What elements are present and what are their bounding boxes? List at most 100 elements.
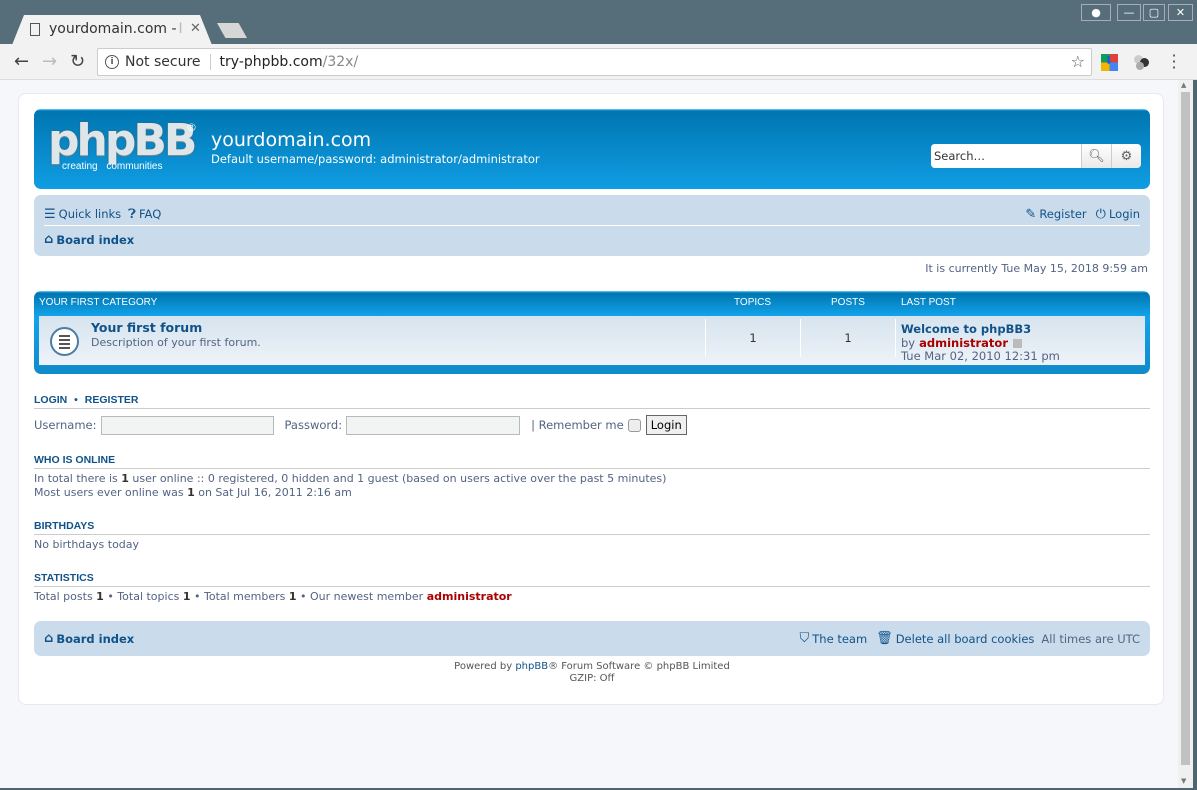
forum-category-block: YOUR FIRST CATEGORY TOPICS POSTS LAST PO… <box>34 291 1150 374</box>
footer-board-index-label: Board index <box>56 631 135 646</box>
statistics-heading: STATISTICS <box>34 572 1150 587</box>
power-icon: ⏻ <box>1095 206 1106 222</box>
last-post-user-link[interactable]: administrator <box>919 336 1008 350</box>
shield-icon: ⛉ <box>799 631 810 646</box>
login-heading-link[interactable]: LOGIN <box>34 394 67 406</box>
vertical-scrollbar[interactable]: ▲ ▼ <box>1178 80 1193 788</box>
newest-member-link[interactable]: administrator <box>427 590 512 603</box>
search-icon: 🔍︎ <box>1088 148 1105 164</box>
url-path[interactable]: /32x/ <box>323 54 359 70</box>
who-is-online-heading[interactable]: WHO IS ONLINE <box>34 454 1150 469</box>
reload-icon[interactable]: ↻ <box>70 51 85 72</box>
total-members: 1 <box>288 590 297 603</box>
phpbb-logo[interactable]: phpBB ® creating communities <box>48 119 198 175</box>
last-post-date: Tue Mar 02, 2010 12:31 pm <box>901 349 1060 363</box>
navbar: ☰ Quick links ❓︎ FAQ ✎ Register ⏻ Login <box>34 195 1150 256</box>
posts-count: 1 <box>844 331 852 345</box>
minimize-button[interactable]: — <box>1117 4 1141 21</box>
view-latest-post-icon[interactable] <box>1013 338 1022 348</box>
username-label: Username: <box>34 418 97 432</box>
quick-login-form: Username: Password: | Remember me Login <box>34 415 687 435</box>
forward-arrow-icon[interactable]: → <box>42 51 57 72</box>
logo-text: phpBB <box>48 115 197 166</box>
browser-toolbar: ← → ↻ i Not secure try-phpbb.com /32x/ ☆… <box>0 44 1197 80</box>
total-posts: 1 <box>96 590 104 603</box>
forum-title-link[interactable]: Your first forum <box>91 320 202 335</box>
info-icon[interactable]: i <box>105 55 119 69</box>
site-description: Default username/password: administrator… <box>211 152 540 166</box>
col-posts: POSTS <box>831 297 865 308</box>
birthdays-title: BIRTHDAYS <box>34 520 95 532</box>
register-link[interactable]: ✎ Register <box>1025 207 1086 222</box>
question-circle-icon: ❓︎ <box>128 206 136 222</box>
category-header-row: YOUR FIRST CATEGORY TOPICS POSTS LAST PO… <box>39 297 1145 311</box>
profile-icon[interactable]: ● <box>1081 4 1111 21</box>
col-topics: TOPICS <box>734 297 772 308</box>
category-title[interactable]: YOUR FIRST CATEGORY <box>39 297 157 308</box>
search-button[interactable]: 🔍︎ <box>1081 144 1111 168</box>
the-team-link[interactable]: ⛉ The team <box>800 631 868 646</box>
document-icon <box>30 22 40 36</box>
scrollbar-thumb[interactable] <box>1181 92 1190 765</box>
menu-bars-icon: ☰ <box>44 206 56 222</box>
password-label: Password: <box>284 418 343 432</box>
forum-description: Description of your first forum. <box>91 336 261 349</box>
login-label: Login <box>1108 207 1140 221</box>
tab-label[interactable]: yourdomain.com - I <box>30 21 183 37</box>
scroll-down-arrow-icon[interactable]: ▼ <box>1181 777 1186 785</box>
site-title: yourdomain.com <box>211 129 372 151</box>
topics-count: 1 <box>749 331 757 345</box>
tab-title: yourdomain.com - <box>49 21 177 37</box>
browser-titlebar: yourdomain.com - I ✕ ● — ▢ ✕ <box>0 0 1197 45</box>
browser-menu-icon[interactable]: · · · <box>1170 48 1178 76</box>
forum-read-icon <box>50 327 79 356</box>
login-link[interactable]: ⏻ Login <box>1096 207 1140 222</box>
close-window-button[interactable]: ✕ <box>1168 4 1193 21</box>
advanced-search-button[interactable]: ⚙ <box>1111 144 1141 168</box>
quick-links-link[interactable]: ☰ Quick links <box>44 207 121 222</box>
remember-me-checkbox[interactable] <box>627 418 641 432</box>
online-line-2: Most users ever online was 1 on Sat Jul … <box>34 486 352 499</box>
download-extension-icon[interactable] <box>1101 54 1118 71</box>
last-post-author: by administrator <box>901 336 1022 350</box>
security-label[interactable]: Not secure <box>125 54 201 70</box>
login-button[interactable]: Login <box>645 415 687 435</box>
delete-cookies-link[interactable]: 🗑︎ Delete all board cookies <box>876 631 1034 646</box>
footer-board-index-link[interactable]: ⌂ Board index <box>44 631 134 646</box>
logo-registered: ® <box>186 121 197 134</box>
birthdays-heading: BIRTHDAYS <box>34 520 1150 535</box>
page-wrap: phpBB ® creating communities yourdomain.… <box>18 93 1164 705</box>
new-tab-button[interactable] <box>217 23 247 38</box>
tab-title-faded: I <box>178 21 183 37</box>
register-label: Register <box>1039 207 1087 221</box>
col-last-post: LAST POST <box>901 297 956 308</box>
password-field[interactable] <box>346 415 521 435</box>
timezone-label: All times are UTC <box>1041 631 1140 646</box>
faq-link[interactable]: ❓︎ FAQ <box>128 207 161 222</box>
quick-links-label: Quick links <box>58 207 122 221</box>
delete-cookies-label: Delete all board cookies <box>895 631 1035 646</box>
register-heading-link[interactable]: REGISTER <box>85 394 139 406</box>
edit-icon: ✎ <box>1025 206 1037 222</box>
last-post-title-link[interactable]: Welcome to phpBB3 <box>901 322 1031 336</box>
maximize-button[interactable]: ▢ <box>1143 4 1165 21</box>
close-tab-icon[interactable]: ✕ <box>190 21 201 36</box>
forum-row: Your first forum Description of your fir… <box>39 316 1145 365</box>
url-host[interactable]: try-phpbb.com <box>220 54 323 70</box>
address-bar[interactable]: i Not secure try-phpbb.com /32x/ ☆ <box>97 48 1092 76</box>
bookmark-star-icon[interactable]: ☆ <box>1071 52 1085 71</box>
back-arrow-icon[interactable]: ← <box>14 51 29 72</box>
the-team-label: The team <box>812 631 868 646</box>
home-icon: ⌂ <box>44 232 54 247</box>
extension-icon[interactable] <box>1134 55 1150 71</box>
who-is-online-title[interactable]: WHO IS ONLINE <box>34 454 115 466</box>
home-icon: ⌂ <box>44 631 54 646</box>
copyright: Powered by phpBB® Forum Software © phpBB… <box>19 661 1165 685</box>
username-field[interactable] <box>100 415 274 435</box>
search-input[interactable] <box>931 144 1081 168</box>
phpbb-link[interactable]: phpBB <box>515 661 548 672</box>
breadcrumb-board-index[interactable]: ⌂ Board index <box>44 232 134 247</box>
heading-separator: • <box>74 394 78 406</box>
scroll-up-arrow-icon[interactable]: ▲ <box>1181 81 1186 89</box>
board-index-label: Board index <box>56 232 135 247</box>
